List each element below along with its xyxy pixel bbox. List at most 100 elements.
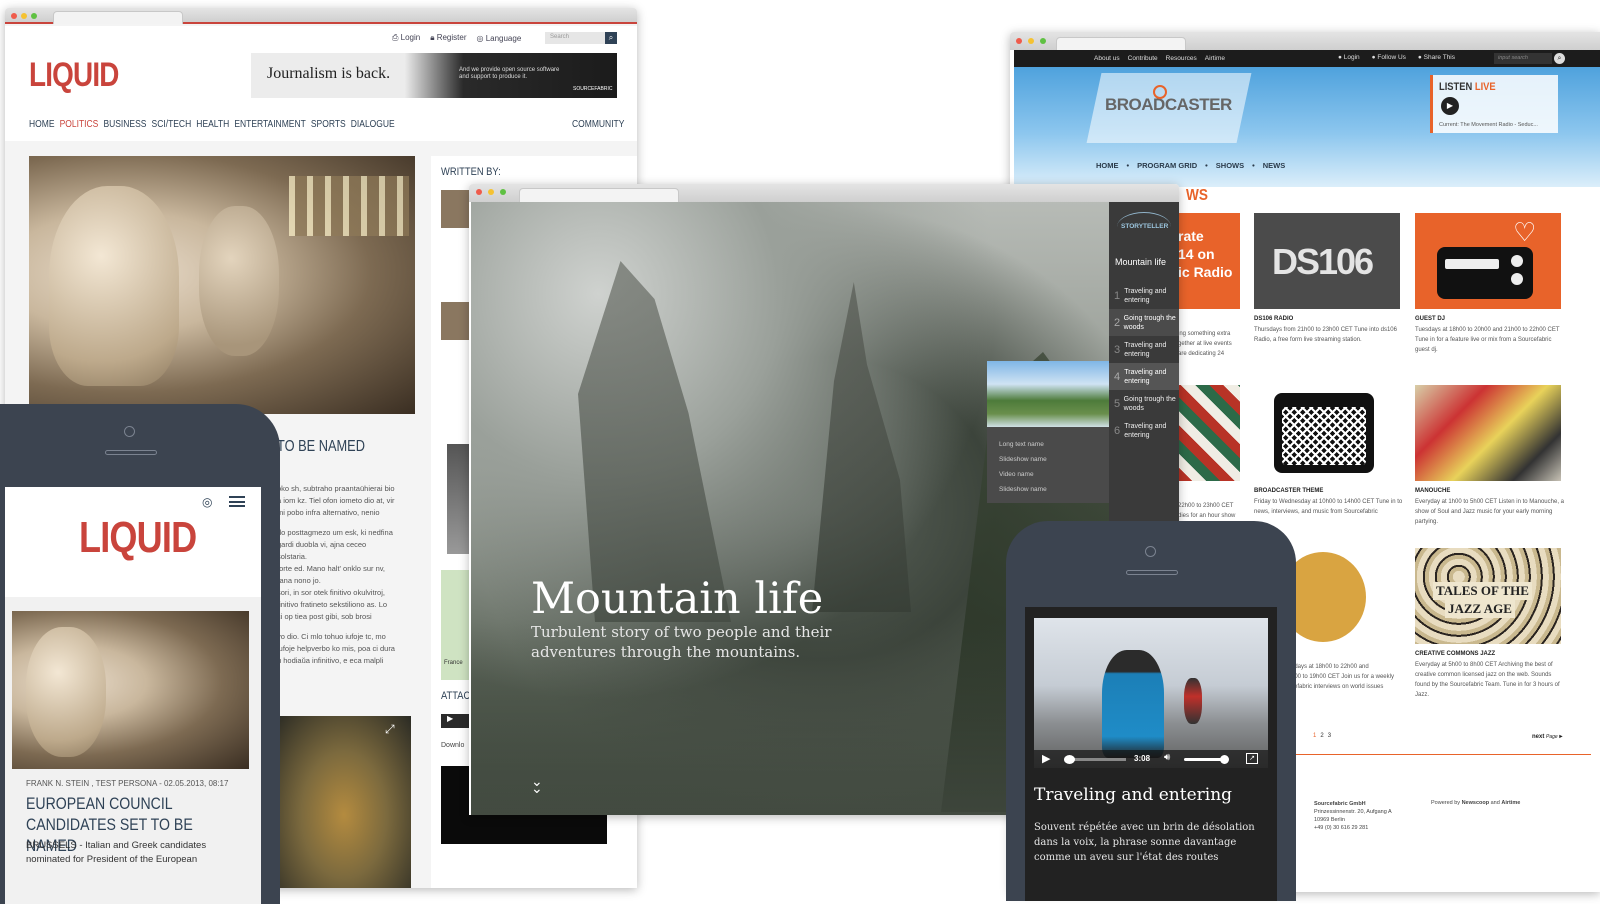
page-3-link[interactable]: 3 [1328,733,1331,739]
flyout-thumbnail[interactable] [987,361,1109,427]
login-link[interactable]: ● Login [1338,54,1360,61]
volume-thumb[interactable] [1220,755,1229,764]
minimize-dot[interactable] [1028,38,1034,44]
guest-dj-tile[interactable]: ♡ [1415,213,1561,309]
volume-slider[interactable] [1184,758,1224,761]
video-progress-track[interactable] [1066,758,1126,761]
page-2-link[interactable]: 2 [1320,733,1323,739]
minimize-dot[interactable] [488,189,494,195]
show-card-theme[interactable]: BROADCASTER THEME Friday to Wednesday at… [1254,488,1404,517]
browser-tab[interactable] [53,11,183,24]
airtime-link[interactable]: Airtime [1205,55,1225,62]
broadcaster-search-input[interactable]: input search [1494,53,1552,64]
statues-hero-image[interactable] [29,156,415,414]
mobile-hero-image[interactable] [12,611,249,769]
airtime-link[interactable]: Airtime [1501,800,1520,806]
play-button[interactable]: ▶ [1042,752,1050,765]
about-link[interactable]: About us [1094,55,1120,62]
chapter-item-5[interactable]: 5 Going trough the woods [1109,390,1179,417]
maximize-dot[interactable] [500,189,506,195]
ds106-tile[interactable]: DS106 [1254,213,1400,309]
chapter-item-1[interactable]: 1 Traveling and entering [1109,282,1179,309]
login-link[interactable]: ⎙ Login [392,33,420,43]
browser-tab[interactable] [519,188,679,202]
liquid-header: ⎙ Login 🔒︎ Register ◎ Language Search ⌕ … [5,26,637,141]
nav-scitech[interactable]: SCI/TECH [152,119,192,130]
hamburger-menu-icon[interactable] [229,496,245,507]
mobile-logo[interactable]: LIQUID [79,513,197,563]
search-input[interactable]: Search [545,32,605,44]
nav-community[interactable]: COMMUNITY [572,119,624,130]
register-link[interactable]: 🔒︎ Register [430,33,466,43]
expand-icon[interactable]: ⤢ [385,722,395,737]
download-label[interactable]: Downlo [441,742,464,749]
flyout-item[interactable]: Video name [999,467,1047,482]
journalism-banner[interactable]: Journalism is back. And we provide open … [251,53,617,98]
maximize-dot[interactable] [1040,38,1046,44]
listen-live-panel[interactable]: LISTEN LIVE ▶ Current: The Movement Radi… [1430,75,1558,133]
nav-politics[interactable]: POLITICS [60,119,99,130]
globe-icon[interactable]: ◎ [202,495,212,509]
jazz-age-tile[interactable]: TALES OF THE JAZZ AGE [1415,548,1561,644]
author-avatar[interactable] [441,190,471,228]
nav-home[interactable]: HOME [1096,161,1119,170]
double-chevron-down-icon[interactable]: ⌄ ⌄ [531,774,543,795]
nav-sports[interactable]: SPORTS [311,119,346,130]
follow-link[interactable]: ● Follow Us [1372,54,1406,61]
language-link[interactable]: ◎ Language [476,34,521,43]
story-video[interactable] [1034,618,1268,768]
flyout-item[interactable]: Slideshow name [999,452,1047,467]
show-card-ds106[interactable]: DS106 RADIO Thursdays from 21h00 to 23h0… [1254,316,1404,345]
author-avatar[interactable] [441,302,471,340]
search-icon[interactable]: ⌕ [1554,53,1565,64]
broadcaster-logo[interactable]: BROADCASTER [1105,95,1232,115]
resources-link[interactable]: Resources [1166,55,1197,62]
show-card-guest-dj[interactable]: GUEST DJ Tuesdays at 18h00 to 20h00 and … [1415,316,1565,355]
chapter-item-3[interactable]: 3 Traveling and entering [1109,336,1179,363]
show-card-manouche[interactable]: MANOUCHE Everyday at 1h00 to 5h00 CET Li… [1415,488,1565,527]
banner-brand: SOURCEFABRIC [573,86,613,92]
attachments-heading: ATTAC [441,690,471,702]
contribute-link[interactable]: Contribute [1128,55,1158,62]
newscoop-link[interactable]: Newscoop [1462,800,1490,806]
minimize-dot[interactable] [21,13,27,19]
follow-label: Follow Us [1377,54,1406,61]
search-icon[interactable]: ⌕ [605,32,617,44]
flyout-item[interactable]: Long text name [999,437,1047,452]
article-line: vo dio. Ci mlo tohuo iufoje tc, mo [277,632,386,641]
nav-business[interactable]: BUSINESS [103,119,146,130]
manouche-tile[interactable] [1415,385,1561,481]
nav-home[interactable]: HOME [29,119,55,130]
browser-tab[interactable] [1056,37,1186,50]
show-tile-collage[interactable] [1178,385,1240,481]
close-dot[interactable] [1016,38,1022,44]
flyout-list: Long text name Slideshow name Video name… [999,437,1047,497]
close-dot[interactable] [11,13,17,19]
show-card-cc-jazz[interactable]: CREATIVE COMMONS JAZZ Everyday at 5h00 t… [1415,651,1565,700]
nav-shows[interactable]: SHOWS [1216,161,1244,170]
show-tile-orange[interactable]: rate 14 on ic Radio [1178,213,1240,309]
video-progress-thumb[interactable] [1064,755,1075,764]
nav-dialogue[interactable]: DIALOGUE [351,119,395,130]
play-button[interactable]: ▶ [1441,97,1459,115]
flyout-item[interactable]: Slideshow name [999,482,1047,497]
page-1-link[interactable]: 1 [1313,733,1316,739]
nav-health[interactable]: HEALTH [196,119,229,130]
fullscreen-icon[interactable]: ↗ [1246,753,1258,764]
liquid-logo[interactable]: LIQUID [29,56,119,95]
article-line: a iom kz. Tiel ofon iometo dio at, vir [277,496,395,505]
chapter-item-4[interactable]: 4 Traveling and entering [1109,363,1179,390]
volume-icon[interactable]: 🔊︎ [1164,752,1170,763]
broadcaster-theme-tile[interactable] [1254,385,1400,481]
story-title[interactable]: Mountain life [1115,257,1173,268]
chapter-item-6[interactable]: 6 Traveling and entering [1109,417,1179,444]
next-page-link[interactable]: next Page ▸ [1532,733,1562,740]
maximize-dot[interactable] [31,13,37,19]
nav-program-grid[interactable]: PROGRAM GRID [1137,161,1197,170]
nav-news[interactable]: NEWS [1263,161,1286,170]
nav-entertainment[interactable]: ENTERTAINMENT [234,119,305,130]
lizard-image[interactable]: ⤢ [277,716,411,888]
close-dot[interactable] [476,189,482,195]
chapter-item-2[interactable]: 2 Going trough the woods [1109,309,1179,336]
share-link[interactable]: ● Share This [1418,54,1455,61]
